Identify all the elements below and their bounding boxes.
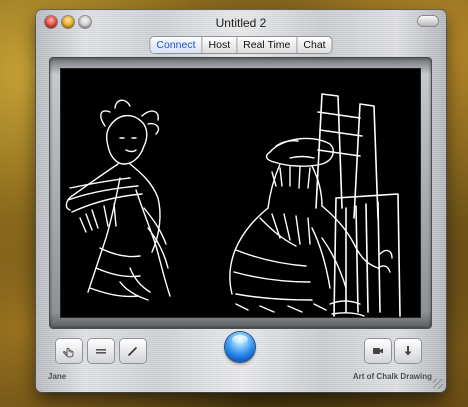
drawing-canvas[interactable]: [60, 68, 421, 318]
tab-chat[interactable]: Chat: [296, 37, 331, 53]
pen-tool-button[interactable]: [120, 339, 146, 363]
download-button[interactable]: [395, 339, 421, 363]
chalk-drawing: [65, 93, 401, 317]
resize-grip[interactable]: [433, 379, 443, 389]
blue-orb-button[interactable]: [225, 332, 255, 362]
canvas-frame: [50, 58, 431, 328]
pen-icon: [128, 347, 137, 356]
camera-icon: [373, 348, 383, 354]
user-name-label: Jane: [48, 372, 67, 381]
chalk-figure-woman: [65, 99, 171, 301]
app-window: Untitled 2 Connect Host Real Time Chat J…: [36, 10, 446, 392]
lines-icon: [96, 349, 106, 354]
window-title: Untitled 2: [215, 16, 267, 30]
mode-segmented-control: Connect Host Real Time Chat: [150, 37, 332, 53]
tab-host[interactable]: Host: [201, 37, 237, 53]
pointer-hand-icon: [63, 347, 74, 358]
download-arrow-icon: [404, 346, 412, 356]
tab-connect[interactable]: Connect: [150, 37, 202, 53]
tab-real-time[interactable]: Real Time: [236, 37, 296, 53]
toolbar-toggle-button[interactable]: [418, 16, 438, 26]
title-bar[interactable]: Untitled 2: [36, 10, 446, 34]
pointer-tool-button[interactable]: [56, 339, 82, 363]
document-name-label: Art of Chalk Drawing: [352, 372, 432, 381]
camera-button[interactable]: [365, 339, 391, 363]
lines-tool-button[interactable]: [88, 339, 114, 363]
